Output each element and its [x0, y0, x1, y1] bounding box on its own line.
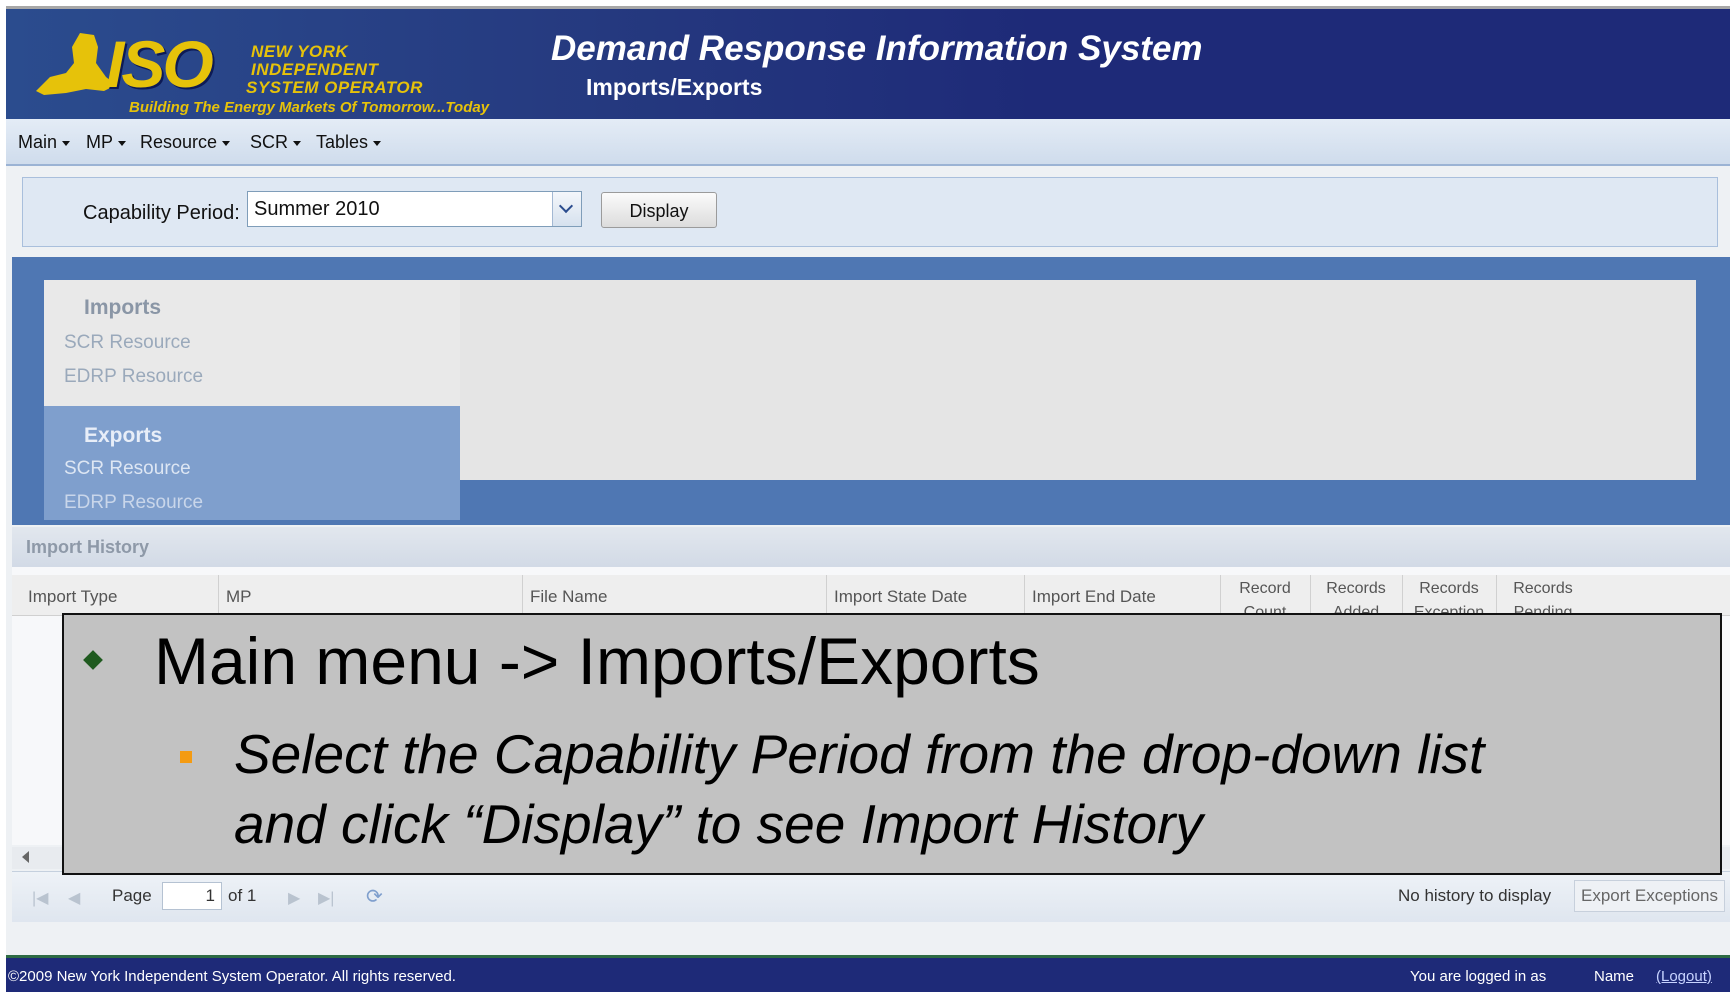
caret-down-icon	[222, 140, 231, 146]
column-divider	[1220, 575, 1221, 615]
menu-mp[interactable]: MP	[86, 132, 126, 153]
chevron-down-icon	[558, 198, 574, 214]
logo-line-2: INDEPENDENT	[251, 60, 379, 79]
col-import-type[interactable]: Import Type	[28, 587, 117, 607]
capability-period-value: Summer 2010	[254, 198, 380, 220]
menu-tables[interactable]: Tables	[316, 132, 382, 153]
header-banner: ISO NEW YORK INDEPENDENT SYSTEM OPERATOR…	[6, 9, 1730, 119]
nav-import-edrp-resource[interactable]: EDRP Resource	[64, 366, 203, 388]
copyright-text: ©2009 New York Independent System Operat…	[8, 968, 456, 985]
import-history-title: Import History	[26, 537, 150, 557]
page-label: Page	[112, 886, 152, 905]
page-subtitle: Imports/Exports	[586, 74, 763, 100]
page-number-input[interactable]: 1	[162, 882, 222, 910]
capability-filter-bar: Capability Period: Summer 2010 Display	[22, 177, 1718, 247]
column-divider	[522, 575, 523, 615]
menu-main-label: Main	[18, 132, 58, 152]
column-divider	[1402, 575, 1403, 615]
app-window: ISO NEW YORK INDEPENDENT SYSTEM OPERATOR…	[6, 6, 1730, 992]
col-import-state-date[interactable]: Import State Date	[834, 587, 967, 607]
main-menu-bar: Main MP Resource SCR Tables	[6, 119, 1730, 166]
imports-exports-nav: Imports SCR Resource EDRP Resource Expor…	[44, 280, 460, 520]
column-divider	[1310, 575, 1311, 615]
column-divider	[1024, 575, 1025, 615]
logo-tagline: Building The Energy Markets Of Tomorrow.…	[129, 99, 490, 116]
logout-link[interactable]: (Logout)	[1656, 968, 1712, 985]
caret-down-icon	[62, 140, 71, 146]
menu-scr-label: SCR	[250, 132, 289, 152]
col-file-name[interactable]: File Name	[530, 587, 607, 607]
menu-resource-label: Resource	[140, 132, 218, 152]
col-import-end-date[interactable]: Import End Date	[1032, 587, 1156, 607]
nav-import-scr-resource[interactable]: SCR Resource	[64, 332, 191, 354]
export-exceptions-button[interactable]: Export Exceptions	[1574, 880, 1726, 912]
refresh-icon[interactable]: ⟳	[366, 884, 383, 909]
imports-heading: Imports	[84, 296, 162, 319]
logo-line-1: NEW YORK	[251, 42, 349, 61]
first-page-icon[interactable]: |◀	[32, 888, 48, 908]
caret-down-icon	[373, 140, 382, 146]
import-history-header: Import History	[12, 527, 1730, 567]
square-bullet-icon	[180, 751, 192, 763]
prev-page-icon[interactable]: ◀	[68, 888, 80, 908]
imports-section: Imports SCR Resource EDRP Resource	[44, 280, 460, 406]
menu-scr[interactable]: SCR	[250, 132, 302, 153]
column-divider	[218, 575, 219, 615]
callout-heading: Main menu -> Imports/Exports	[154, 624, 1040, 698]
new-york-state-icon	[36, 33, 116, 95]
menu-resource[interactable]: Resource	[140, 132, 231, 153]
app-title: Demand Response Information System	[551, 29, 1203, 68]
callout-instruction-line-1: Select the Capability Period from the dr…	[234, 723, 1485, 785]
last-page-icon[interactable]: ▶|	[318, 888, 334, 908]
column-divider	[1496, 575, 1497, 615]
diamond-bullet-icon	[83, 650, 103, 670]
capability-period-label: Capability Period:	[83, 202, 240, 224]
import-history-columns: Import Type MP File Name Import State Da…	[12, 575, 1730, 621]
nyiso-logo[interactable]: ISO NEW YORK INDEPENDENT SYSTEM OPERATOR…	[26, 19, 546, 117]
next-page-icon[interactable]: ▶	[288, 888, 300, 908]
capability-period-select[interactable]: Summer 2010	[247, 191, 582, 227]
page-count: of 1	[228, 886, 257, 905]
menu-main[interactable]: Main	[18, 132, 71, 153]
imports-exports-panel: Imports SCR Resource EDRP Resource Expor…	[12, 257, 1730, 525]
callout-instruction-line-2: and click “Display” to see Import Histor…	[234, 793, 1203, 855]
history-status: No history to display	[1398, 886, 1552, 905]
nav-export-edrp-resource[interactable]: EDRP Resource	[64, 492, 203, 508]
column-divider	[826, 575, 827, 615]
menu-mp-label: MP	[86, 132, 113, 152]
page-footer: ©2009 New York Independent System Operat…	[6, 955, 1730, 992]
nav-export-scr-resource[interactable]: SCR Resource	[64, 458, 191, 480]
logged-in-user: Name	[1594, 968, 1635, 985]
col-mp[interactable]: MP	[226, 587, 252, 607]
scroll-left-icon[interactable]	[22, 851, 29, 863]
display-button[interactable]: Display	[601, 192, 717, 228]
logo-iso-text: ISO	[106, 27, 214, 101]
logged-in-label: You are logged in as	[1410, 968, 1547, 985]
exports-heading: Exports	[84, 424, 163, 447]
logo-line-3: SYSTEM OPERATOR	[246, 78, 423, 97]
callout-instruction: Select the Capability Period from the dr…	[234, 719, 1484, 859]
paging-toolbar: |◀ ◀ Page 1 of 1 ▶ ▶| ⟳ No history to di…	[12, 871, 1730, 922]
caret-down-icon	[118, 140, 126, 146]
dropdown-trigger[interactable]	[552, 192, 581, 226]
exports-section: Exports SCR Resource EDRP Resource	[44, 406, 460, 520]
imports-exports-content	[460, 280, 1696, 480]
caret-down-icon	[293, 140, 302, 146]
menu-tables-label: Tables	[316, 132, 369, 152]
instruction-callout: Main menu -> Imports/Exports Select the …	[62, 613, 1722, 875]
